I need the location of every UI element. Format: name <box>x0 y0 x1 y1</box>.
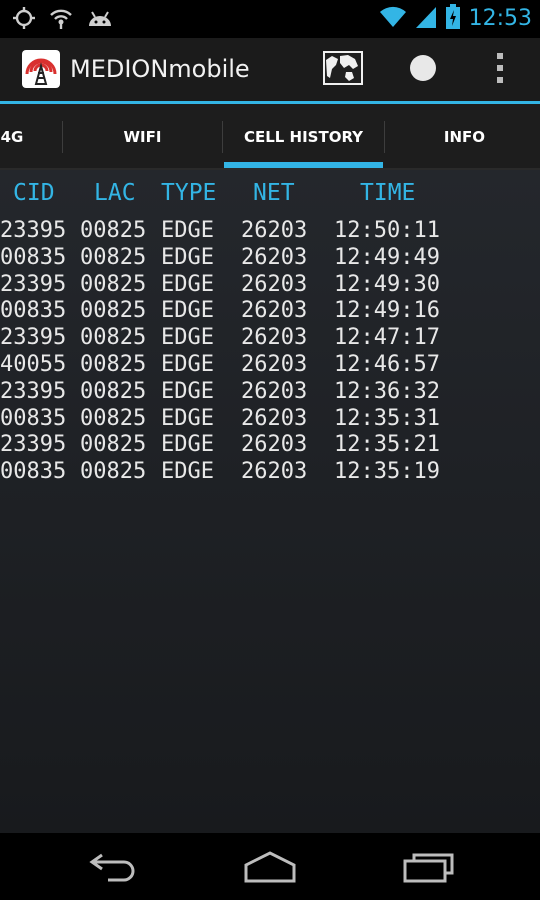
cell-net: 26203 <box>241 271 308 297</box>
cell-time: 12:35:21 <box>334 432 440 458</box>
cell-net: 26203 <box>241 352 308 377</box>
status-bar: 12:53 <box>0 0 540 38</box>
cell-lac: 00825 <box>80 459 147 485</box>
cell-time: 12:49:49 <box>334 244 440 270</box>
cell-lac: 00825 <box>80 352 147 377</box>
cell-cid: 23395 <box>0 378 67 404</box>
cell-lac: 00825 <box>80 298 147 324</box>
tab-bar: 4G WIFI CELL HISTORY INFO <box>0 104 540 170</box>
overflow-menu-button[interactable] <box>480 38 520 101</box>
app-logo-icon[interactable] <box>22 50 60 88</box>
cell-cid: 23395 <box>0 325 67 351</box>
home-icon <box>242 851 298 887</box>
back-icon <box>88 853 138 887</box>
cell-time: 12:50:11 <box>334 218 440 243</box>
cell-cid: 00835 <box>0 405 67 431</box>
wifi-signal-icon <box>379 5 407 33</box>
cell-time: 12:46:57 <box>334 352 440 377</box>
wifi-hotspot-icon <box>48 6 74 34</box>
header-type: TYPE <box>161 180 217 206</box>
cell-lac: 00825 <box>80 218 147 243</box>
app-title: MEDION​mobile <box>70 55 250 83</box>
cell-cid: 40055 <box>0 352 67 377</box>
cell-cid: 00835 <box>0 459 67 485</box>
cell-lac: 00825 <box>80 378 147 404</box>
cell-net: 26203 <box>241 459 308 485</box>
action-bar: MEDION​mobile <box>0 38 540 101</box>
tab-wifi[interactable]: WIFI <box>63 104 222 170</box>
navigation-bar <box>0 833 540 900</box>
cell-type: EDGE <box>161 218 214 243</box>
recents-icon <box>402 853 458 887</box>
cell-net: 26203 <box>241 432 308 458</box>
cell-time: 12:49:16 <box>334 298 440 324</box>
cell-type: EDGE <box>161 378 214 404</box>
cell-type: EDGE <box>161 352 214 377</box>
cell-net: 26203 <box>241 298 308 324</box>
header-lac: LAC <box>94 180 136 206</box>
cell-time: 12:35:31 <box>334 405 440 431</box>
cell-cid: 23395 <box>0 432 67 458</box>
cell-cid: 23395 <box>0 271 67 297</box>
cell-type: EDGE <box>161 405 214 431</box>
cell-cid: 00835 <box>0 298 67 324</box>
status-right-icons: 12:53 <box>379 4 532 34</box>
map-icon <box>322 50 364 90</box>
tab-info[interactable]: INFO <box>385 104 540 170</box>
cell-lac: 00825 <box>80 432 147 458</box>
cell-type: EDGE <box>161 325 214 351</box>
cell-type: EDGE <box>161 459 214 485</box>
cell-type: EDGE <box>161 298 214 324</box>
header-cid: CID <box>13 180 55 206</box>
cell-net: 26203 <box>241 325 308 351</box>
cell-type: EDGE <box>161 244 214 270</box>
map-button[interactable] <box>318 38 368 101</box>
header-time: TIME <box>360 180 416 206</box>
tab-cell-history[interactable]: CELL HISTORY <box>223 104 384 170</box>
record-button[interactable] <box>398 38 448 101</box>
cell-net: 26203 <box>241 378 308 404</box>
tab-4g[interactable]: 4G <box>0 104 62 170</box>
cell-lac: 00825 <box>80 271 147 297</box>
screen: 12:53 MEDION​mobile <box>0 0 540 900</box>
cell-net: 26203 <box>241 405 308 431</box>
record-icon <box>409 54 437 86</box>
home-button[interactable] <box>242 847 298 887</box>
cell-net: 26203 <box>241 244 308 270</box>
cell-signal-icon <box>415 5 437 33</box>
cell-history-table: CID LAC TYPE NET TIME 23395 00825 EDGE 2620… <box>0 170 540 833</box>
gps-icon <box>12 6 36 34</box>
cell-time: 12:47:17 <box>334 325 440 351</box>
overflow-menu-icon <box>496 52 504 88</box>
cell-time: 12:35:19 <box>334 459 440 485</box>
cell-net: 26203 <box>241 218 308 243</box>
cell-type: EDGE <box>161 432 214 458</box>
android-debug-icon <box>86 6 114 34</box>
cell-cid: 00835 <box>0 244 67 270</box>
status-time: 12:53 <box>468 6 532 31</box>
cell-time: 12:36:32 <box>334 378 440 404</box>
recents-button[interactable] <box>402 847 458 887</box>
back-button[interactable] <box>88 847 138 887</box>
cell-lac: 00825 <box>80 325 147 351</box>
cell-cid: 23395 <box>0 218 67 243</box>
cell-time: 12:49:30 <box>334 271 440 297</box>
cell-lac: 00825 <box>80 244 147 270</box>
cell-lac: 00825 <box>80 405 147 431</box>
battery-icon <box>445 4 461 34</box>
cell-type: EDGE <box>161 271 214 297</box>
header-net: NET <box>253 180 295 206</box>
status-left-icons <box>12 6 114 34</box>
